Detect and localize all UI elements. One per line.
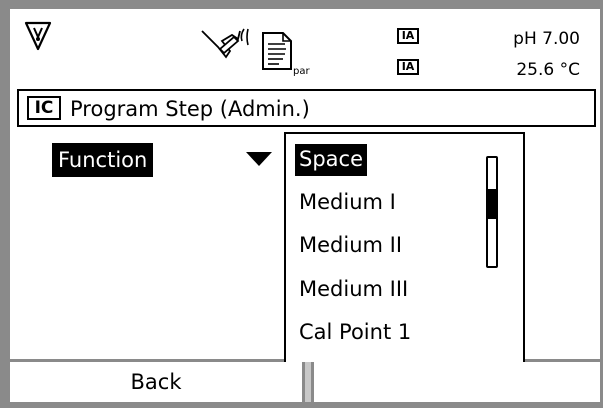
parameter-document-icon: [261, 31, 295, 71]
temperature-reading: 25.6 °C: [516, 60, 580, 80]
page-title: Program Step (Admin.): [70, 97, 310, 121]
ia-badge-ph: IA: [397, 28, 419, 44]
wrench-icon: [24, 21, 52, 51]
par-label: par: [293, 66, 310, 77]
list-item-space[interactable]: Space: [295, 144, 367, 176]
function-options-list[interactable]: Space Medium I Medium II Medium III Cal …: [284, 132, 525, 370]
list-item-medium-iii[interactable]: Medium III: [295, 274, 412, 306]
list-scrollbar[interactable]: [486, 156, 498, 268]
function-field-label[interactable]: Function: [52, 143, 154, 177]
title-bar: IC Program Step (Admin.): [17, 89, 596, 127]
sensor-icon: [200, 27, 260, 65]
scrollbar-thumb[interactable]: [488, 189, 496, 219]
back-softkey[interactable]: Back: [10, 362, 302, 402]
ic-badge: IC: [27, 96, 61, 120]
list-item-medium-ii[interactable]: Medium II: [295, 230, 406, 262]
ph-reading: pH 7.00: [513, 29, 580, 49]
right-softkey[interactable]: [314, 362, 600, 402]
ia-badge-temperature: IA: [397, 59, 419, 75]
display-screen: par IA IA pH 7.00 25.6 °C IC Program Ste…: [10, 9, 600, 370]
list-item-medium-i[interactable]: Medium I: [295, 187, 400, 219]
dropdown-arrow-icon[interactable]: [246, 152, 272, 166]
softkey-divider: [302, 362, 314, 402]
list-item-cal-point-1[interactable]: Cal Point 1: [295, 317, 415, 349]
device-frame: par IA IA pH 7.00 25.6 °C IC Program Ste…: [0, 0, 603, 408]
